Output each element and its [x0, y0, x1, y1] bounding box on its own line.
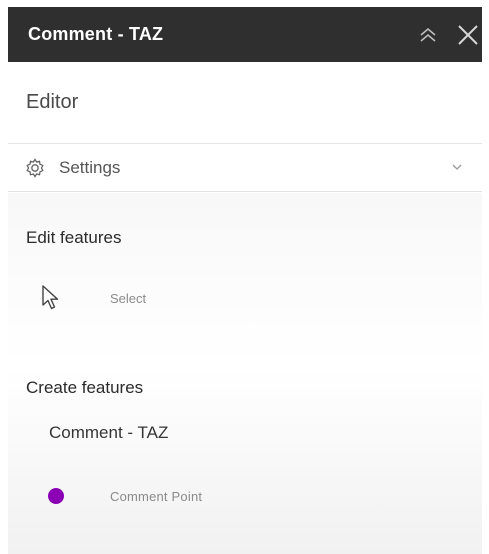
select-tool-button[interactable]: Select [20, 278, 320, 318]
select-tool-label: Select [110, 290, 147, 306]
point-symbol-icon [48, 488, 64, 504]
close-button[interactable] [454, 21, 482, 49]
layer-name: Comment - TAZ [49, 423, 169, 442]
editor-title-row: Editor [8, 62, 482, 144]
template-label: Comment Point [110, 488, 203, 504]
collapse-button[interactable] [414, 21, 442, 49]
chevron-down-icon [452, 164, 462, 170]
edit-features-heading: Edit features [26, 228, 122, 247]
template-comment-point[interactable]: Comment Point [20, 478, 340, 514]
editor-title: Editor [26, 91, 79, 113]
settings-toggle[interactable]: Settings [8, 144, 482, 192]
editor-panel: Comment - TAZ Editor Settings Edit featu… [0, 0, 489, 554]
gear-icon [26, 157, 44, 178]
close-icon [458, 25, 478, 45]
editor-body: Edit features Select Create features Com… [8, 193, 482, 554]
pointer-cursor-icon [42, 285, 59, 310]
double-chevron-up-icon [420, 27, 436, 42]
panel-header: Comment - TAZ [8, 7, 482, 62]
create-features-heading: Create features [26, 378, 144, 397]
panel-title: Comment - TAZ [28, 24, 164, 44]
settings-label: Settings [59, 157, 121, 177]
